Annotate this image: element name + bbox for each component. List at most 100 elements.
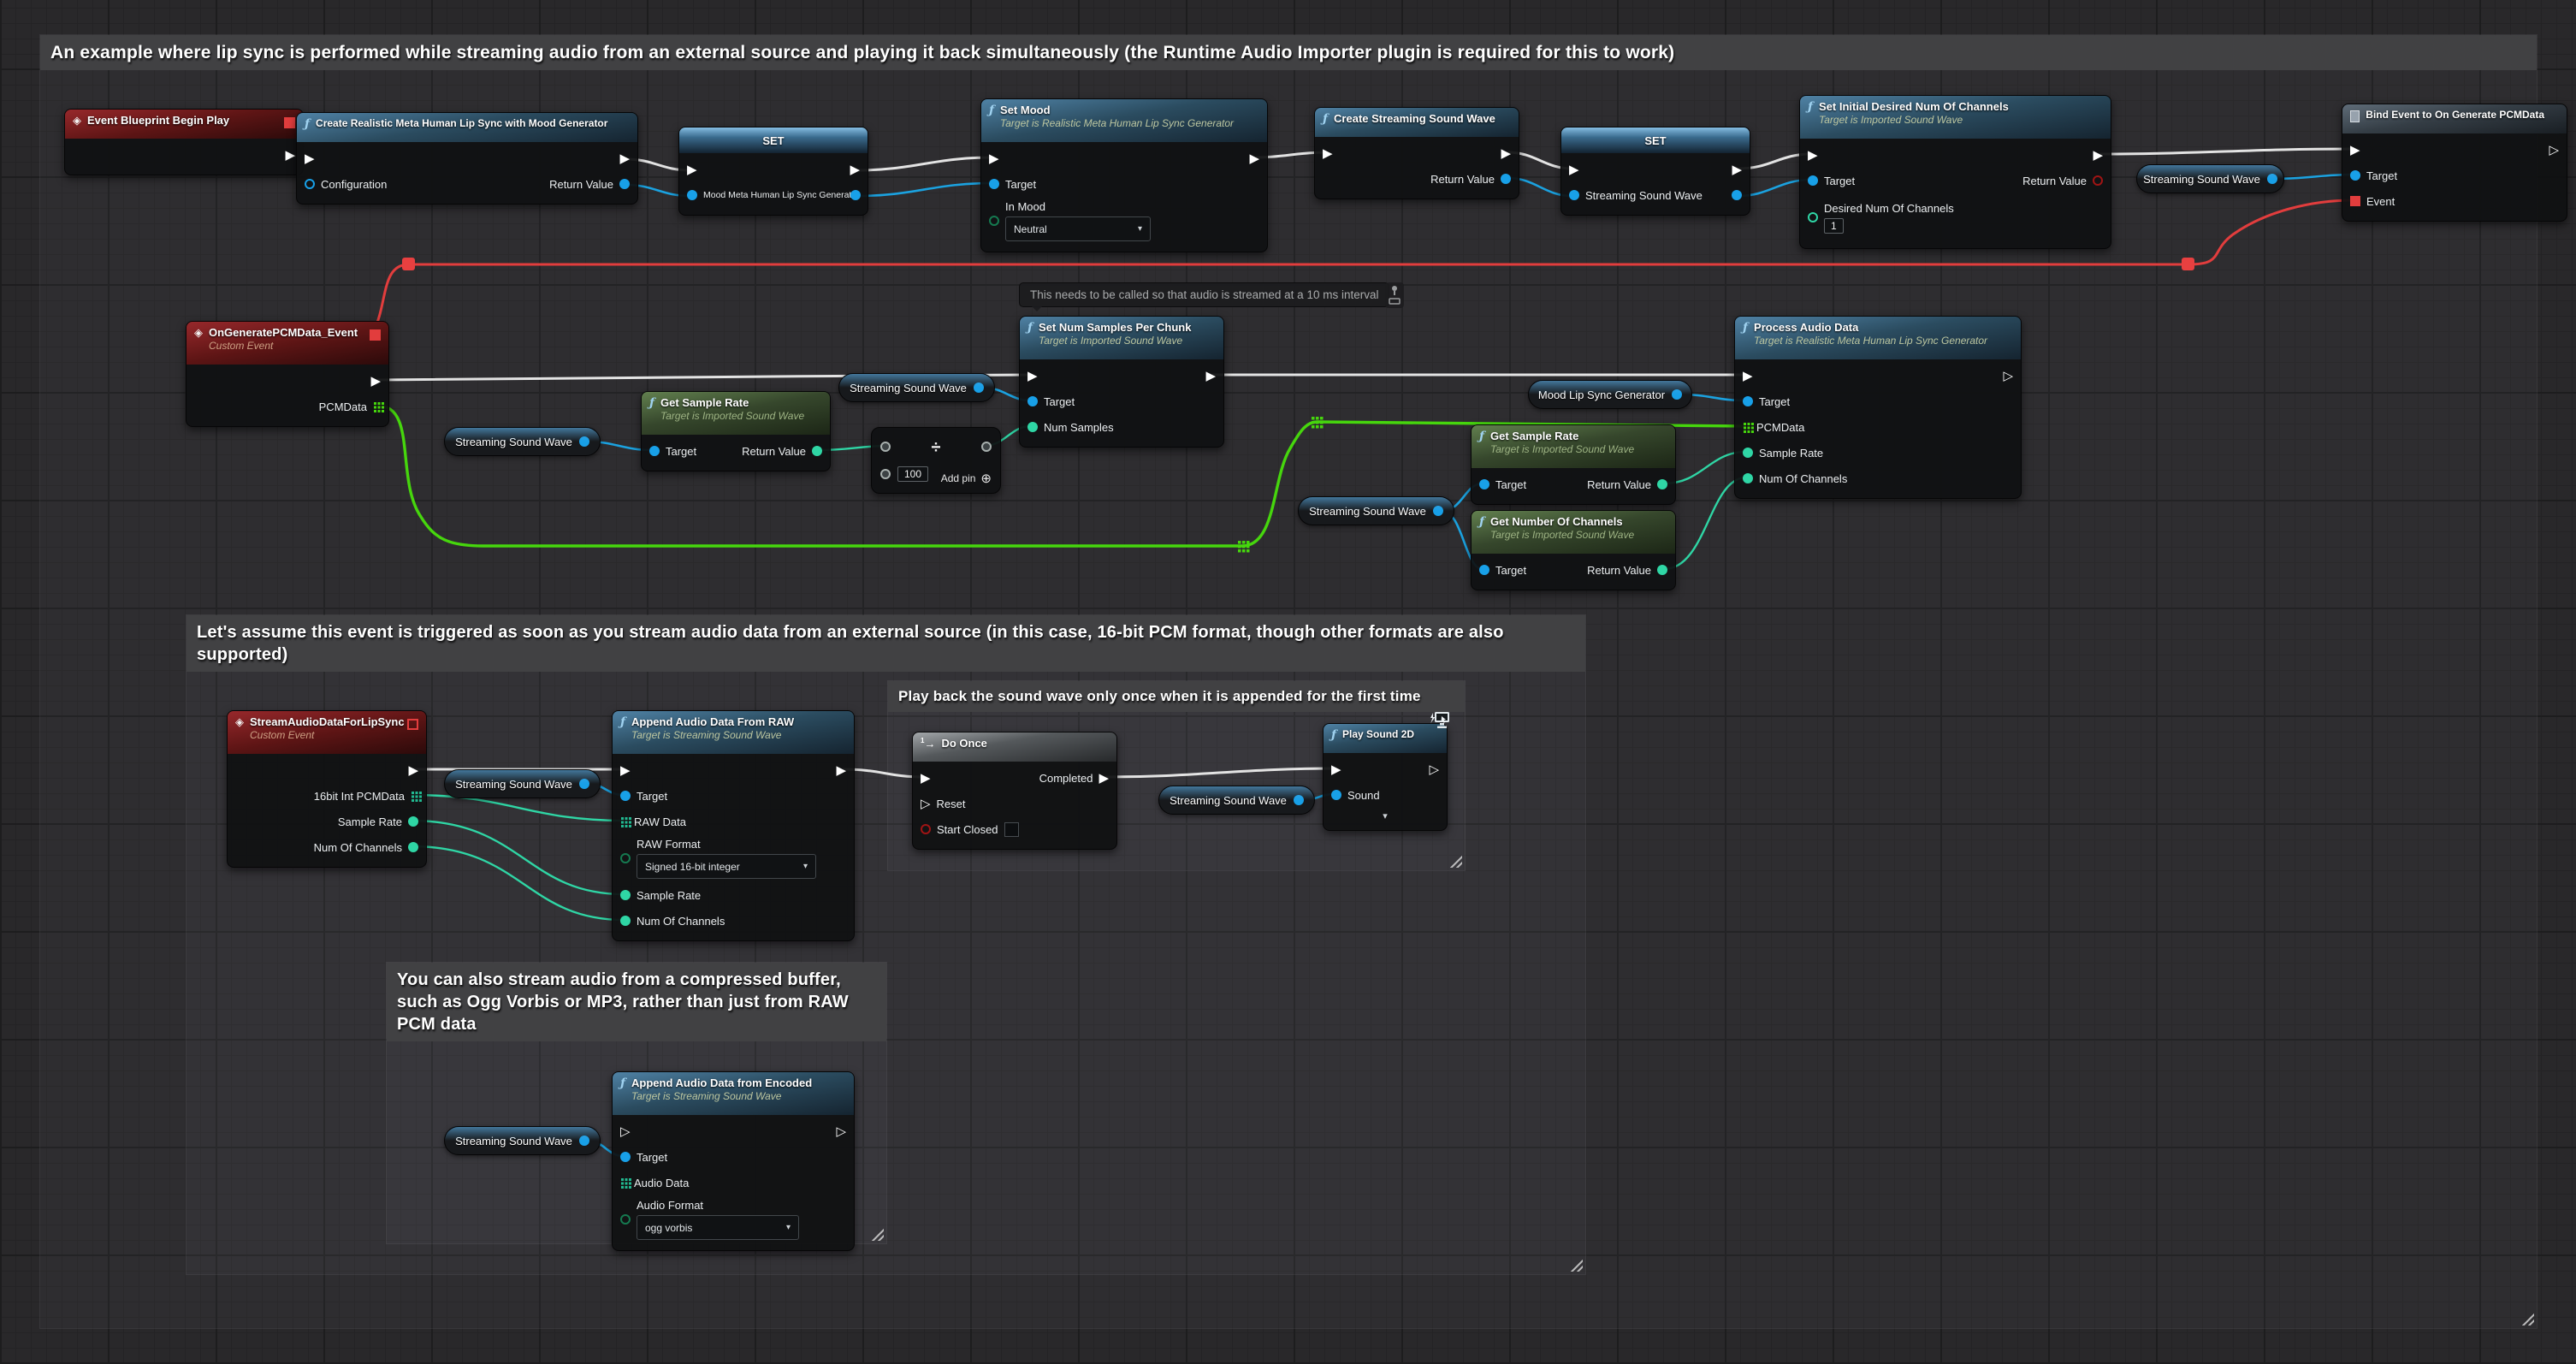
exec-pin[interactable]: ▶ [2350,144,2360,157]
Mood Meta Human Lip Sync Generator-pin[interactable] [687,190,697,200]
Target-pin[interactable] [1479,565,1489,575]
divide-input-b-pin[interactable] [880,469,891,479]
exec-pin[interactable]: ▶ [1501,147,1511,160]
getter-streaming-sound-wave-1[interactable]: Streaming Sound Wave [2136,164,2284,193]
exec-pin[interactable]: ▶ [850,163,860,176]
Target-pin[interactable] [2350,170,2360,181]
comment-stream-event-title[interactable]: Let's assume this event is triggered as … [187,615,1585,672]
Num Samples-pin[interactable] [1027,422,1038,432]
delegate-pin[interactable] [407,719,418,730]
Num Of Channels-pin[interactable] [620,916,631,926]
do-once[interactable]: 1→Do Once▶Completed▶▷ResetStart Closed [912,732,1117,850]
delegate-pin[interactable] [284,117,295,128]
getter-mood-lip-sync-generator[interactable]: Mood Lip Sync Generator [1528,380,1692,409]
Target-pin[interactable] [649,446,660,456]
node-comment-bubble[interactable]: This needs to be called so that audio is… [1019,282,1389,307]
Target-pin[interactable] [1027,396,1038,406]
Target-pin[interactable] [1808,175,1818,186]
exec-pin[interactable]: ▶ [619,152,630,165]
on-generate-pcmdata-event[interactable]: ◈OnGeneratePCMData_EventCustom Event▶PCM… [186,321,389,427]
exec-pin[interactable]: ▷ [1429,763,1439,776]
exec-pin[interactable]: ▷ [2549,144,2559,157]
In Mood-pin[interactable] [989,216,999,226]
exec-pin[interactable]: ▶ [1808,149,1818,162]
Audio Data-pin[interactable] [621,1178,624,1181]
getter-streaming-sound-wave-2[interactable]: Streaming Sound Wave [444,427,601,456]
exec-pin[interactable]: ▶ [1205,370,1216,383]
comment-resize-handle-icon[interactable] [1448,854,1462,868]
getter-streaming-sound-wave-6[interactable]: Streaming Sound Wave [1158,786,1315,815]
exec-pin[interactable]: ▶ [1331,763,1341,776]
comment-resize-handle-icon[interactable] [1569,1258,1583,1272]
Audio Format-dropdown[interactable]: ogg vorbis▾ [637,1215,799,1240]
exec-pin[interactable]: ▷ [836,1125,846,1138]
Event-pin[interactable] [2350,196,2360,206]
exec-pin[interactable]: ▷ [2003,370,2013,383]
data-pin[interactable] [850,190,861,200]
divide-output-pin[interactable] [981,442,992,452]
getter-streaming-sound-wave-3[interactable]: Streaming Sound Wave [838,373,995,402]
Target-pin[interactable] [620,1152,631,1162]
divide-input-a-pin[interactable] [880,442,891,452]
Return Value-pin[interactable] [812,446,822,456]
Target-pin[interactable] [1743,396,1753,406]
set-num-samples-per-chunk[interactable]: ƒSet Num Samples Per ChunkTarget is Impo… [1019,316,1224,448]
exec-pin[interactable]: ▶ [989,152,999,165]
output-pin[interactable] [2267,174,2277,184]
Sample Rate-pin[interactable] [1743,448,1753,458]
bind-event-to-on-generate-pcmdata[interactable]: Bind Event to On Generate PCMData▶▷Targe… [2342,104,2567,222]
blueprint-graph-canvas[interactable]: An example where lip sync is performed w… [0,0,2576,1364]
set-initial-desired-num-of-channels[interactable]: ƒSet Initial Desired Num Of ChannelsTarg… [1799,95,2111,249]
value-input[interactable]: 1 [1824,218,1844,234]
exec-pin[interactable]: ▶ [1743,370,1753,383]
comment-resize-handle-icon[interactable] [870,1227,884,1241]
output-pin[interactable] [579,779,589,789]
Audio Format-pin[interactable] [620,1214,631,1225]
exec-pin[interactable]: ▶ [370,375,381,388]
process-audio-data[interactable]: ƒProcess Audio DataTarget is Realistic M… [1734,316,2022,499]
play-sound-2d[interactable]: ƒPlay Sound 2D▶▷Sound▾ [1323,723,1448,831]
set-mood-generator-variable[interactable]: SET▶▶Mood Meta Human Lip Sync Generator [678,127,868,216]
exec-pin[interactable]: ▷ [921,798,931,810]
Return Value-pin[interactable] [619,179,630,189]
append-audio-data-from-encoded[interactable]: ƒAppend Audio Data from EncodedTarget is… [612,1071,855,1251]
exec-pin[interactable]: ▶ [1569,163,1579,176]
exec-pin[interactable]: ▶ [1249,152,1259,165]
divisor-value-input[interactable]: 100 [897,466,928,482]
get-sample-rate-1[interactable]: ƒGet Sample RateTarget is Imported Sound… [641,391,831,471]
output-pin[interactable] [1672,389,1682,400]
getter-streaming-sound-wave-4[interactable]: Streaming Sound Wave [1298,496,1454,525]
output-pin[interactable] [1433,506,1443,516]
getter-streaming-sound-wave-7[interactable]: Streaming Sound Wave [444,1126,601,1155]
add-pin-button[interactable]: Add pin⊕ [941,471,992,486]
Streaming Sound Wave-pin[interactable] [1569,190,1579,200]
Configuration-pin[interactable] [305,179,315,189]
exec-pin[interactable]: ▶ [1099,772,1109,785]
append-audio-data-from-raw[interactable]: ƒAppend Audio Data From RAWTarget is Str… [612,710,855,941]
output-pin[interactable] [579,436,589,447]
exec-pin[interactable]: ▶ [836,764,846,777]
Return Value-pin[interactable] [1657,479,1667,489]
comment-resize-handle-icon[interactable] [2520,1312,2534,1325]
In Mood-dropdown[interactable]: Neutral▾ [1005,216,1151,241]
Num Of Channels-pin[interactable] [1743,473,1753,483]
exec-pin[interactable]: ▶ [1027,370,1038,383]
output-pin[interactable] [974,383,984,393]
PCMData-pin[interactable] [374,402,376,405]
exec-pin[interactable]: ▶ [408,764,418,777]
expand-node-chevron-icon[interactable]: ▾ [1324,808,1447,823]
exec-pin[interactable]: ▶ [285,149,295,162]
create-realistic-metahuman-lipsync[interactable]: ƒCreate Realistic Meta Human Lip Sync wi… [296,112,638,205]
get-number-of-channels[interactable]: ƒGet Number Of ChannelsTarget is Importe… [1471,510,1676,590]
exec-pin[interactable]: ▶ [921,772,931,785]
Return Value-pin[interactable] [2093,175,2103,186]
event-blueprint-begin-play[interactable]: ◈Event Blueprint Begin Play▶ [64,109,304,175]
Return Value-pin[interactable] [1501,174,1511,184]
Target-pin[interactable] [989,179,999,189]
Return Value-pin[interactable] [1657,565,1667,575]
Num Of Channels-pin[interactable] [408,842,418,852]
comment-main-title[interactable]: An example where lip sync is performed w… [40,35,2537,70]
16bit Int PCMData-pin[interactable] [412,792,414,794]
exec-pin[interactable]: ▶ [1732,163,1742,176]
RAW Format-dropdown[interactable]: Signed 16-bit integer▾ [637,854,816,879]
